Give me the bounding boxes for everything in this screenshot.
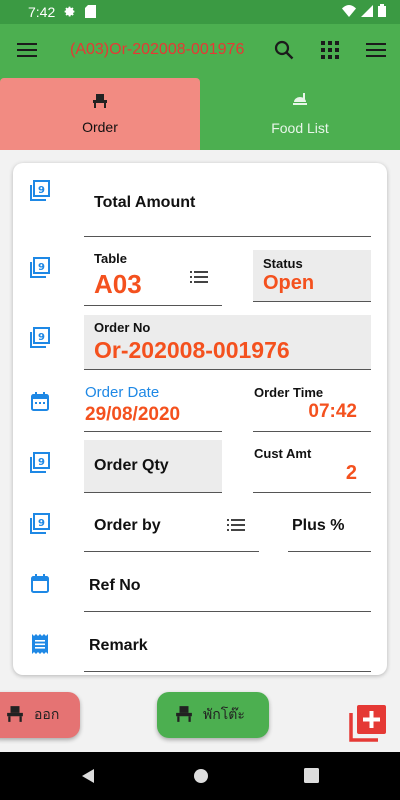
order-no-field: Order No Or-202008-001976 [84,315,371,370]
exit-button-label: ออก [34,706,60,722]
cust-amt-label: Cust Amt [254,446,312,461]
remark-field[interactable]: Remark [84,621,371,672]
cust-amt-field[interactable]: Cust Amt 2 [253,440,371,493]
svg-text:9: 9 [38,457,45,468]
order-qty-label: Order Qty [94,457,169,474]
battery-icon [378,4,386,20]
ref-no-label: Ref No [89,577,141,594]
chair-icon [6,705,24,725]
receipt-icon: 9 [28,451,52,475]
tab-food-list[interactable]: Food List [200,78,400,150]
order-no-value: Or-202008-001976 [94,337,290,363]
hold-table-button[interactable]: พักโต๊ะ [157,692,269,738]
signal-icon [361,4,373,20]
order-date-value: 29/08/2020 [85,404,181,425]
total-amount-label: Total Amount [94,194,196,211]
receipt-icon: 9 [28,256,52,280]
order-by-label: Order by [94,517,161,534]
status-label: Status [263,256,303,271]
ref-no-field[interactable]: Ref No [84,561,371,612]
table-label: Table [94,251,127,266]
svg-text:9: 9 [38,262,45,273]
wifi-icon [342,4,356,20]
table-value: A03 [94,269,142,299]
cust-amt-value: 2 [345,462,357,484]
order-time-value: 07:42 [308,401,357,422]
table-field[interactable]: Table A03 [84,243,222,306]
status-field: Status Open [253,250,371,302]
search-icon[interactable] [270,36,298,64]
system-navigation-bar [0,752,400,800]
settings-gear-icon [63,5,76,21]
receipt-icon: 9 [28,326,52,350]
tab-order[interactable]: Order [0,78,200,150]
order-no-label: Order No [94,320,151,335]
svg-text:9: 9 [38,185,45,196]
page-title: (A03)Or-202008-001976 [70,41,245,58]
order-time-field[interactable]: Order Time 07:42 [253,379,371,432]
sd-card-icon [85,5,96,21]
tab-bar: Order Food List [0,76,400,150]
order-time-label: Order Time [254,385,324,400]
recents-icon[interactable] [304,768,319,788]
home-icon[interactable] [193,768,209,789]
chair-icon [175,705,193,725]
chair-icon [92,93,108,111]
app-bar: (A03)Or-202008-001976 [0,24,400,76]
order-form-card: 9 Total Amount 9 Table A03 Status Open 9… [13,163,387,675]
back-icon[interactable] [80,768,96,789]
status-bar: 7:42 [0,0,400,24]
menu-hamburger-icon[interactable] [13,36,41,64]
svg-text:9: 9 [38,332,45,343]
receipt-icon: 9 [28,512,52,536]
order-qty-field: Order Qty [84,440,222,493]
receipt-icon: 9 [28,179,52,203]
hold-table-button-label: พักโต๊ะ [203,706,245,722]
total-amount-field[interactable]: Total Amount [84,177,371,237]
calendar-icon [28,390,52,414]
tab-food-list-label: Food List [271,119,329,136]
add-box-icon[interactable] [348,703,388,743]
overflow-menu-icon[interactable] [362,36,390,64]
food-icon [292,92,308,112]
order-date-label: Order Date [85,384,160,401]
svg-text:9: 9 [38,518,45,529]
remark-receipt-icon [28,632,52,656]
filter-list-icon[interactable] [227,518,245,537]
filter-list-icon[interactable] [190,270,208,289]
plus-percent-label: Plus % [292,517,345,534]
status-time: 7:42 [28,4,56,20]
calendar-icon [28,572,52,596]
exit-button[interactable]: ออก [0,692,80,738]
grid-apps-icon[interactable] [316,36,344,64]
order-by-field[interactable]: Order by [84,501,259,552]
plus-percent-field[interactable]: Plus % [288,501,371,552]
order-date-field[interactable]: Order Date 29/08/2020 [84,379,222,432]
status-value: Open [263,272,315,294]
tab-order-label: Order [82,118,118,135]
remark-label: Remark [89,637,148,654]
